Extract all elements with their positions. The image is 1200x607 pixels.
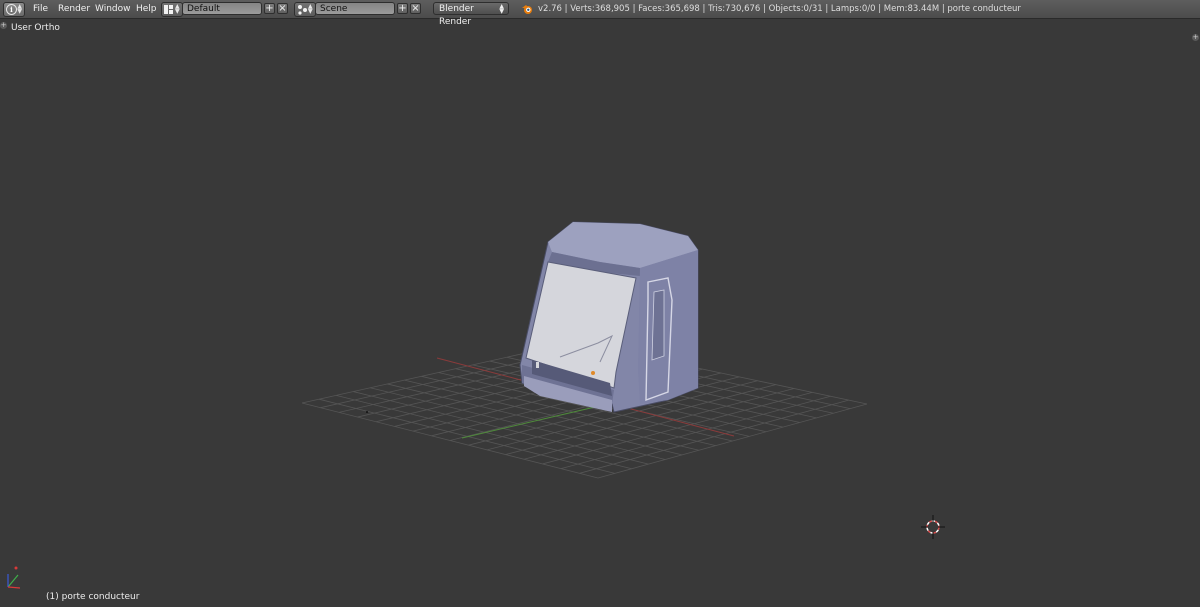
3d-cursor-icon[interactable]: [921, 515, 945, 539]
view-name-label: User Ortho: [11, 23, 60, 33]
active-object-label: (1) porte conducteur: [46, 592, 140, 602]
viewport-scene: [7, 221, 945, 589]
origin-dot: [366, 411, 368, 413]
axis-gizmo-icon: [7, 566, 21, 589]
train-cab-model[interactable]: [519, 221, 699, 413]
grid-line: [597, 403, 868, 479]
